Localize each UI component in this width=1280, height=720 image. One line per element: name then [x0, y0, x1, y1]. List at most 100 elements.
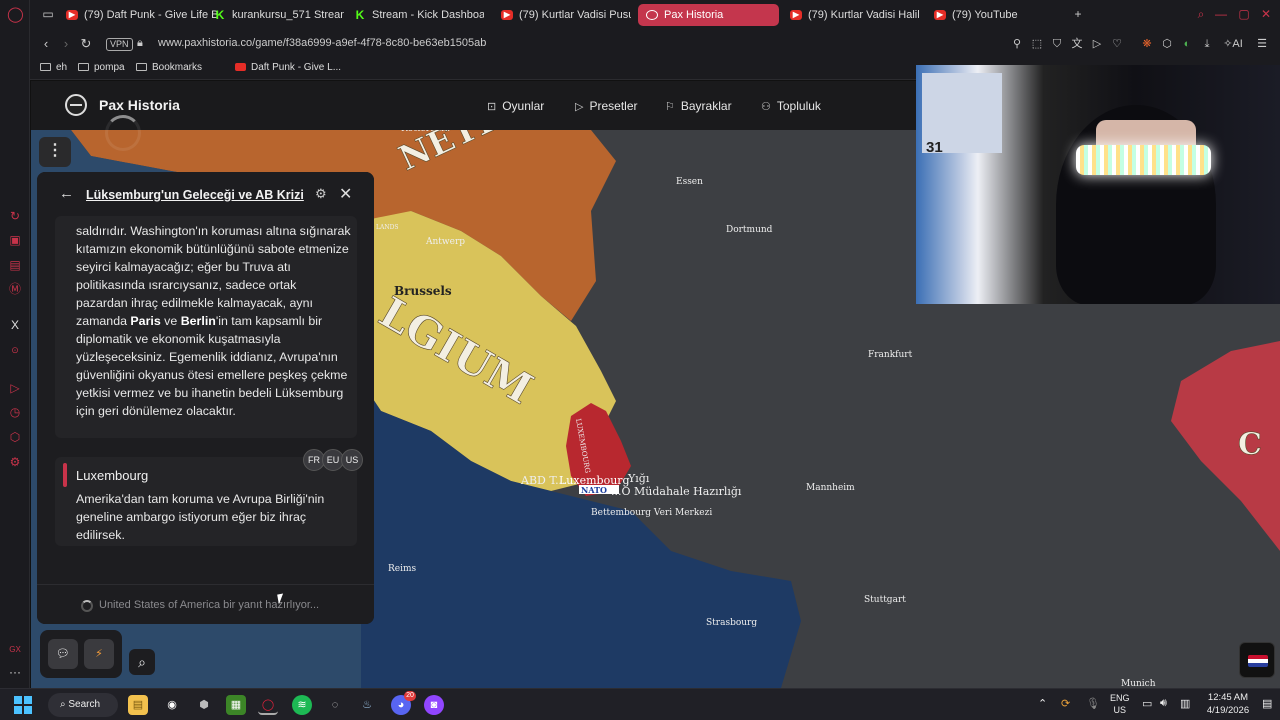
- maximize-icon[interactable]: ▢: [1236, 6, 1252, 22]
- chat-title[interactable]: Lüksemburg'un Geleceği ve AB Krizi: [86, 188, 304, 202]
- lock-icon[interactable]: 🔒︎: [137, 37, 143, 50]
- back-icon[interactable]: ‹: [38, 36, 54, 52]
- map-event-abd: ABD T...: [520, 474, 566, 487]
- opera-gx-icon[interactable]: ◯: [258, 695, 278, 715]
- search-tabs-icon[interactable]: ⌕: [1193, 6, 1209, 22]
- map-event-mudahale: ...O Müdahale Hazırlığı: [611, 485, 742, 498]
- map-search-button[interactable]: ⌕: [129, 649, 155, 675]
- new-tab-icon[interactable]: +: [1070, 6, 1086, 22]
- badge-us[interactable]: US: [341, 449, 363, 471]
- globe-logo-icon[interactable]: [65, 94, 87, 116]
- file-explorer-icon[interactable]: ▤: [128, 695, 148, 715]
- menu-button[interactable]: ⋮: [39, 137, 71, 167]
- tab-kurtlar-vadisi-halil[interactable]: ▶(79) Kurtlar Vadisi Halil İbr: [782, 4, 920, 26]
- recipient-badges: FR EU US: [303, 449, 363, 471]
- nav-bayraklar[interactable]: ⚐ Bayraklar: [665, 99, 732, 113]
- close-icon[interactable]: ✕: [339, 184, 352, 204]
- extension-green-icon[interactable]: ◐: [1180, 37, 1194, 51]
- bag-icon[interactable]: ▣: [7, 232, 23, 248]
- more-icon[interactable]: ···: [7, 664, 23, 680]
- chat-bubble-button[interactable]: 💬︎: [48, 639, 78, 669]
- bookmark-eh[interactable]: eh: [40, 62, 67, 73]
- x-twitter-icon[interactable]: X: [7, 317, 23, 333]
- windows-start-icon[interactable]: [14, 696, 32, 714]
- heart-icon[interactable]: ♡: [1110, 37, 1124, 51]
- nav-topluluk[interactable]: ⚇ Topluluk: [761, 99, 821, 113]
- app-round-icon[interactable]: ◌: [325, 695, 345, 715]
- workspaces-icon[interactable]: ▭: [40, 6, 56, 22]
- history-icon[interactable]: ◷: [7, 404, 23, 420]
- extensions-icon[interactable]: ⬡: [1160, 37, 1174, 51]
- refresh-circle-icon[interactable]: ↻: [7, 208, 23, 224]
- gx-icon[interactable]: GX: [7, 642, 23, 658]
- quick-tools: 💬︎ ⚡︎: [40, 630, 122, 678]
- clock[interactable]: 12:45 AM 4/19/2026: [1203, 691, 1253, 717]
- message-text: Amerika'dan tam koruma ve Avrupa Birliği…: [76, 492, 325, 542]
- nav-oyunlar[interactable]: ⊡ Oyunlar: [487, 99, 544, 113]
- steam-icon[interactable]: ♨: [357, 695, 377, 715]
- tray-chevron-icon[interactable]: ⌃: [1038, 697, 1047, 710]
- tab-youtube[interactable]: ▶ (79) YouTube: [926, 4, 1064, 26]
- translate-icon[interactable]: 文: [1070, 37, 1084, 51]
- youtube-icon: ▶: [501, 10, 513, 20]
- extension-fox-icon[interactable]: ❋: [1140, 37, 1154, 51]
- taskbar-search[interactable]: ⌕ Search: [48, 693, 118, 717]
- settings-icon[interactable]: ⚙: [7, 454, 23, 470]
- flag-icon: ⚐: [665, 101, 675, 113]
- notifications-icon[interactable]: ▤: [1262, 697, 1272, 710]
- lightning-button[interactable]: ⚡︎: [84, 639, 114, 669]
- minecraft-icon[interactable]: ▦: [226, 695, 246, 715]
- minimize-icon[interactable]: —: [1213, 6, 1229, 22]
- download-icon[interactable]: ⤓: [1200, 37, 1214, 51]
- ai-icon[interactable]: ✧AI: [1220, 37, 1246, 51]
- discord-badge: 20: [404, 691, 416, 701]
- easy-setup-icon[interactable]: ☰: [1255, 37, 1269, 51]
- gear-icon[interactable]: ⚙: [315, 186, 327, 202]
- tray-mic-icon[interactable]: 🎙︎: [1086, 697, 1100, 710]
- back-arrow-icon[interactable]: ←: [59, 185, 74, 202]
- spotify-icon[interactable]: ≋: [292, 695, 312, 715]
- people-icon: ⚇: [761, 101, 771, 113]
- volume-icon[interactable]: 🔊︎: [1160, 697, 1167, 710]
- site-title[interactable]: Pax Historia: [99, 97, 180, 113]
- tab-kick-dashboard[interactable]: K Stream - Kick Dashboard: [346, 4, 484, 26]
- shield-icon[interactable]: ⛉: [1050, 37, 1064, 51]
- webcam-paper-text: 31: [926, 139, 943, 156]
- folder-icon: [78, 63, 89, 71]
- app-cube-icon[interactable]: ⬢: [194, 695, 214, 715]
- send-icon[interactable]: ▷: [1090, 37, 1104, 51]
- player-icon[interactable]: ▷: [7, 380, 23, 396]
- opera-logo-icon[interactable]: ◯: [7, 7, 24, 23]
- map-label-bettembourg: Bettembourg Veri Merkezi: [591, 508, 712, 518]
- bookmark-bookmarks[interactable]: Bookmarks: [136, 62, 202, 73]
- battery-icon[interactable]: ▥: [1180, 697, 1190, 710]
- close-window-icon[interactable]: ✕: [1258, 6, 1274, 22]
- bookmark-daft-punk[interactable]: Daft Punk - Give L...: [235, 62, 341, 73]
- tab-daft-punk[interactable]: ▶ (79) Daft Punk - Give Life B: [58, 4, 228, 26]
- vpn-badge[interactable]: VPN: [106, 38, 133, 51]
- app-icon[interactable]: ⊙: [7, 342, 23, 358]
- forward-icon[interactable]: ›: [58, 36, 74, 52]
- reload-icon[interactable]: ↻: [78, 36, 94, 52]
- nav-presetler[interactable]: ▷ Presetler: [575, 99, 638, 113]
- language-indicator[interactable]: ENG US: [1110, 692, 1130, 716]
- webcam-overlay: 31: [916, 65, 1280, 304]
- cube-icon[interactable]: ⬡: [7, 429, 23, 445]
- pin-icon[interactable]: ⚲: [1010, 37, 1024, 51]
- country-flag-button[interactable]: [1239, 642, 1275, 678]
- twitch-icon[interactable]: ◙: [424, 695, 444, 715]
- snapshot-icon[interactable]: ⬚: [1030, 37, 1044, 51]
- wallet-icon[interactable]: ▤: [7, 257, 23, 273]
- tray-display-icon[interactable]: ▭: [1142, 697, 1152, 710]
- youtube-icon: ▶: [934, 10, 946, 20]
- url-field[interactable]: www.paxhistoria.co/game/f38a6999-a9ef-4f…: [158, 37, 486, 49]
- messenger-icon[interactable]: Ⓜ: [7, 281, 23, 297]
- opera-sidebar: ◯ ↻ ▣ ▤ Ⓜ X ⊙ ▷ ◷ ⬡ ⚙ GX ···: [0, 0, 30, 688]
- tab-pax-historia[interactable]: Pax Historia: [638, 4, 779, 26]
- chat-message-luxembourg: Luxembourg FR EU US Amerika'dan tam koru…: [55, 449, 363, 546]
- tab-kurankursu-stream[interactable]: Kkurankursu_571 Stream: [206, 4, 344, 26]
- obs-icon[interactable]: ◉: [162, 695, 182, 715]
- bookmark-pompa[interactable]: pompa: [78, 62, 125, 73]
- tab-kurtlar-vadisi-pusu[interactable]: ▶(79) Kurtlar Vadisi Pusu Ka: [493, 4, 631, 26]
- tray-sync-icon[interactable]: ⟳: [1061, 697, 1070, 710]
